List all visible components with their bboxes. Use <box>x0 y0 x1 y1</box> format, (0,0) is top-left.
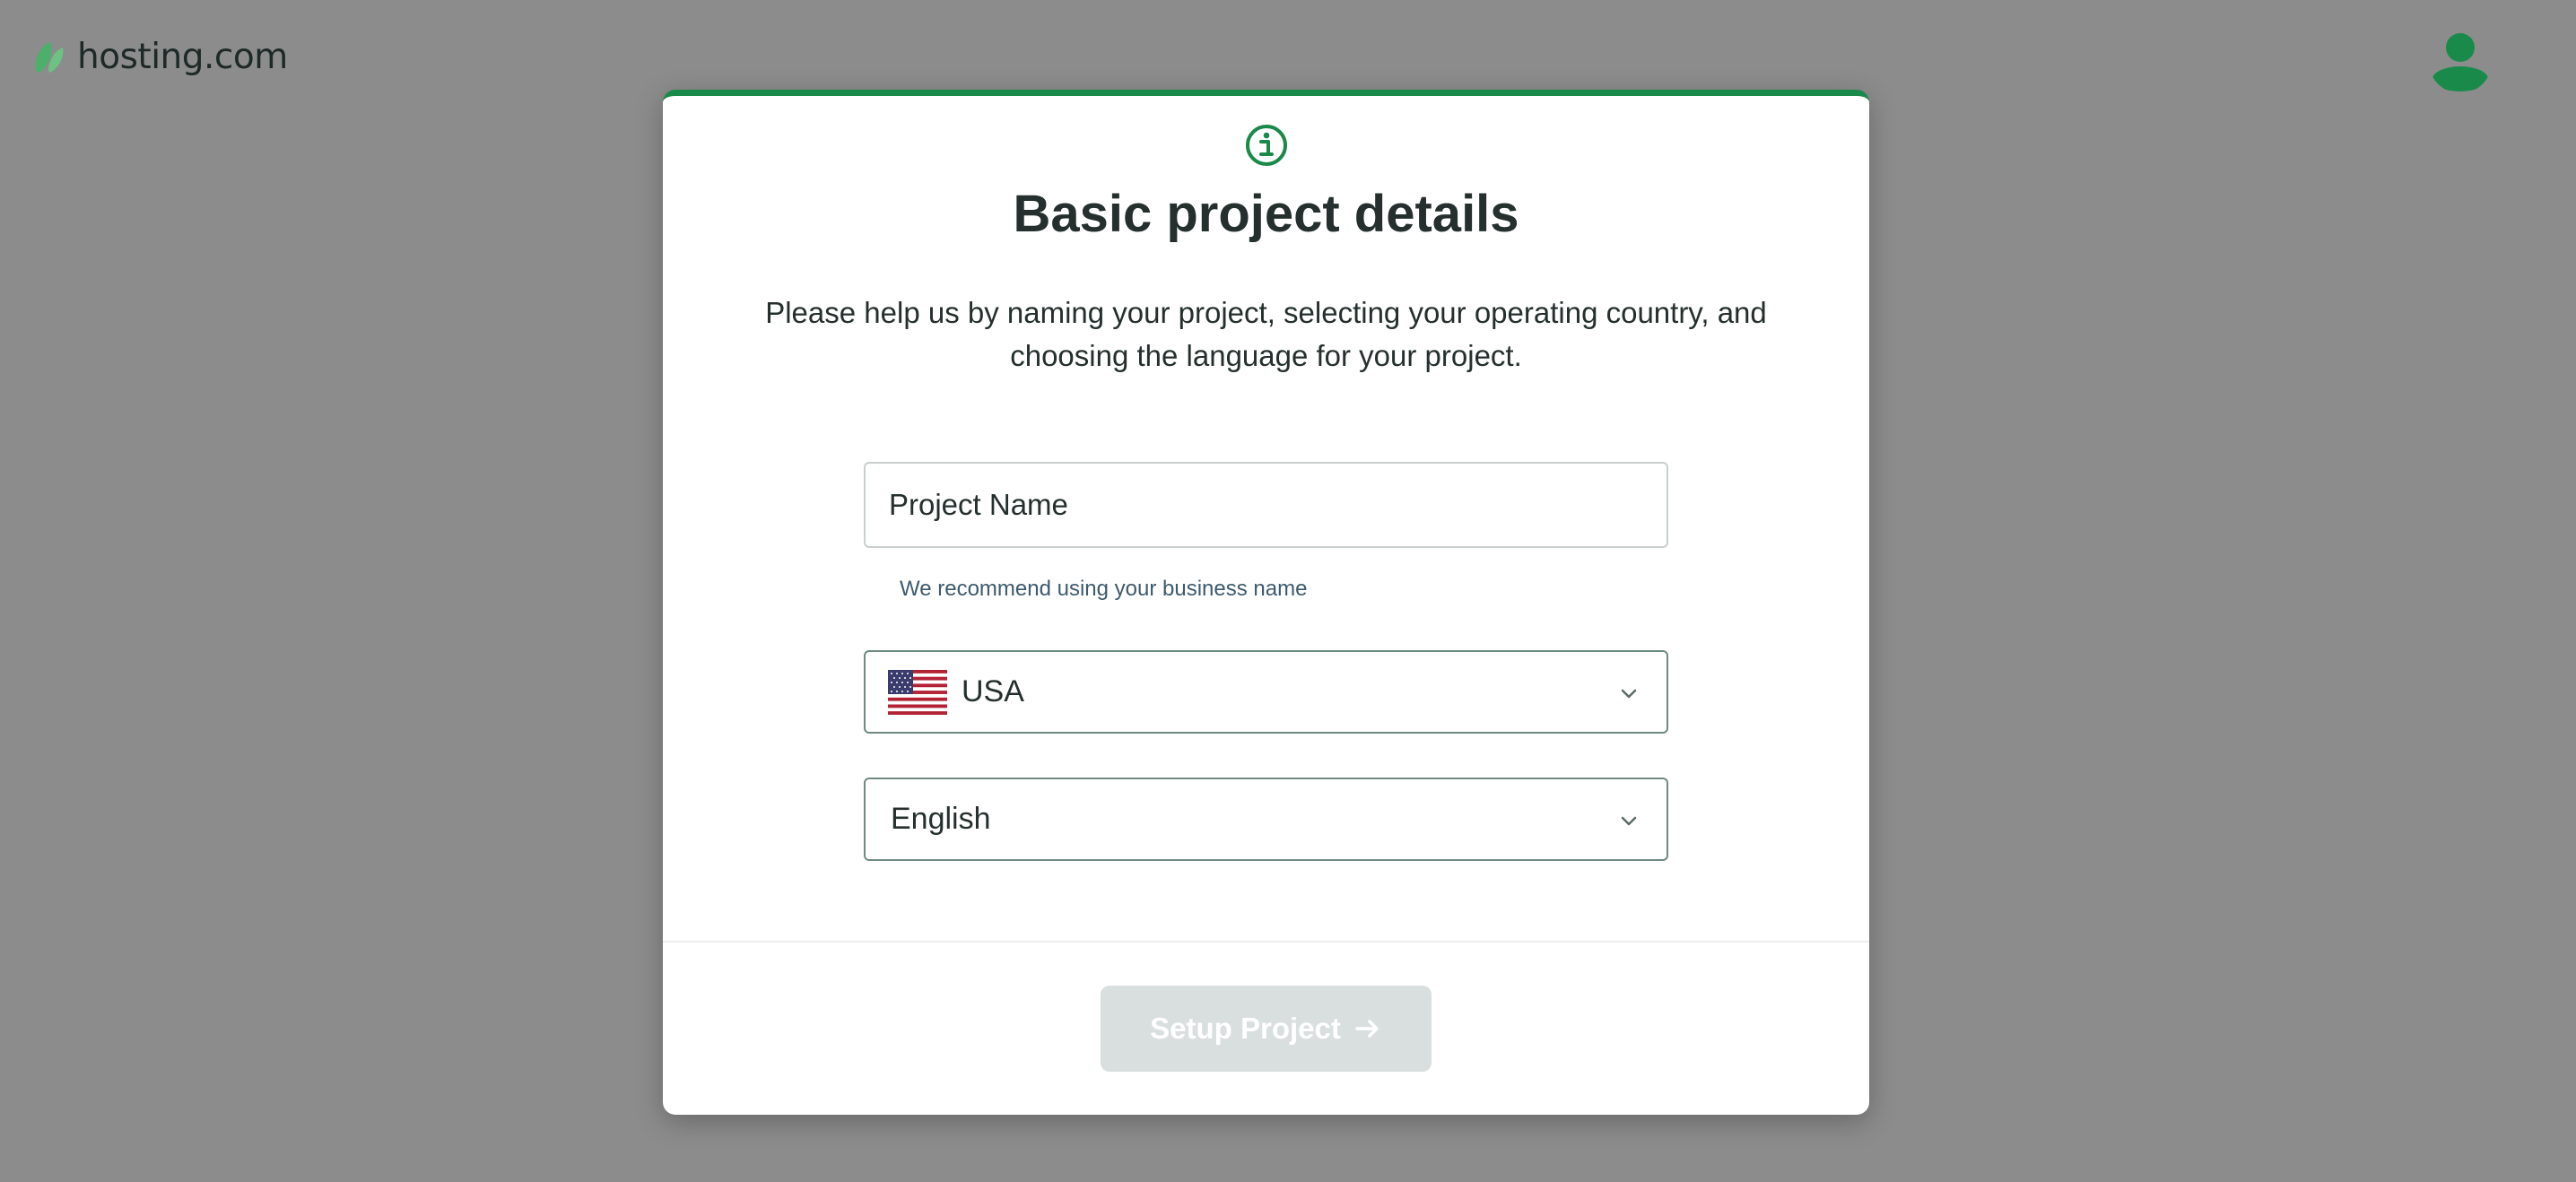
modal-title: Basic project details <box>1013 185 1519 243</box>
country-select[interactable]: USA <box>864 650 1668 734</box>
usa-flag-icon <box>888 669 947 715</box>
footer-divider <box>663 941 1869 943</box>
setup-project-label: Setup Project <box>1150 1012 1341 1045</box>
chevron-down-icon <box>1621 689 1637 699</box>
logo-text: hosting.com <box>77 36 288 77</box>
project-name-helper: We recommend using your business name <box>900 577 1308 601</box>
user-avatar-icon[interactable] <box>2429 30 2492 93</box>
hosting-logo[interactable]: hosting.com <box>32 34 288 79</box>
info-icon <box>1246 125 1287 166</box>
language-select-value: English <box>891 802 991 836</box>
chevron-down-icon <box>1621 816 1637 826</box>
arrow-right-icon <box>1355 1020 1379 1038</box>
modal-subtitle: Please help us by naming your project, s… <box>765 296 1767 372</box>
setup-project-button[interactable]: Setup Project <box>1101 986 1432 1072</box>
project-details-modal: Basic project details Please help us by … <box>663 90 1869 1115</box>
user-silhouette-icon <box>2432 33 2488 91</box>
country-select-value: USA <box>962 674 1024 708</box>
language-select[interactable]: English <box>864 778 1668 861</box>
project-name-input[interactable] <box>864 462 1668 548</box>
leaf-logo-icon <box>35 42 64 73</box>
